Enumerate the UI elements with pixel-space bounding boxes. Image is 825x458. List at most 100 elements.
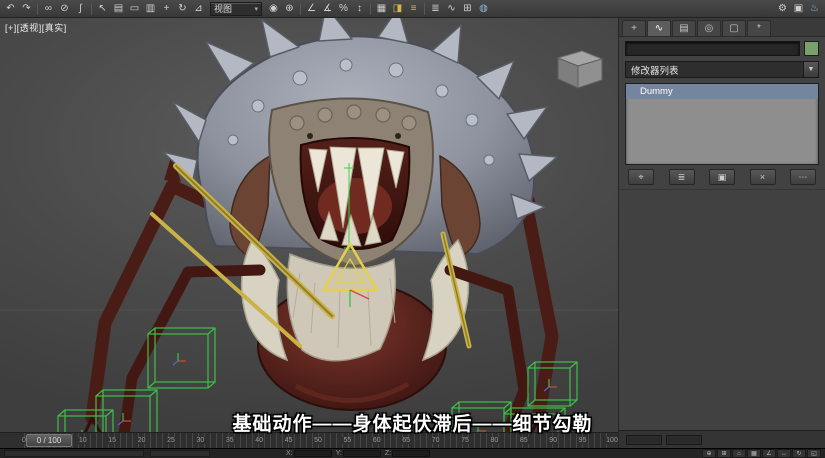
time-controls-box[interactable] — [666, 435, 702, 445]
frame-tick-label: 75 — [460, 437, 470, 444]
frame-tick-label: 70 — [431, 437, 441, 444]
select-and-scale-icon[interactable]: ⊿ — [191, 2, 206, 16]
display-tab[interactable]: ▢ — [722, 20, 746, 36]
toolbar-separator — [37, 3, 38, 15]
object-name-row — [619, 37, 825, 58]
toolbar-separator — [424, 3, 425, 15]
coordinate-field[interactable]: Y: — [336, 450, 381, 457]
reference-coordinate-dropdown[interactable]: 视图 ▾ — [210, 2, 262, 16]
coordinate-label: Z: — [385, 450, 391, 457]
hierarchy-tab[interactable]: ▤ — [672, 20, 696, 36]
maxscript-mini-listener[interactable] — [4, 450, 144, 457]
select-object-icon[interactable]: ↖ — [95, 2, 110, 16]
select-and-manipulate-icon[interactable]: ⊕ — [282, 2, 297, 16]
redo-icon[interactable]: ↷ — [19, 2, 34, 16]
frame-tick-label: 35 — [225, 437, 235, 444]
frame-tick-label: 80 — [489, 437, 499, 444]
rectangular-selection-icon[interactable]: ▭ — [127, 2, 142, 16]
coordinate-display: X: Y: Z: — [286, 450, 430, 457]
coordinate-label: Y: — [336, 450, 342, 457]
select-and-rotate-icon[interactable]: ↻ — [175, 2, 190, 16]
undo-icon[interactable]: ↶ — [3, 2, 18, 16]
remove-modifier-button[interactable]: × — [750, 169, 776, 185]
zoom-extents-all-icon[interactable]: ▦ — [747, 449, 761, 458]
mirror-icon[interactable]: ◨ — [390, 2, 405, 16]
dropdown-value: 视图 — [214, 2, 232, 15]
frame-tick-label: 90 — [548, 437, 558, 444]
pin-stack-button[interactable]: ⌖ — [628, 169, 654, 185]
layer-manager-icon[interactable]: ≣ — [428, 2, 443, 16]
modifier-stack-item[interactable]: Dummy — [626, 84, 818, 99]
use-pivot-point-icon[interactable]: ◉ — [266, 2, 281, 16]
window-crossing-icon[interactable]: ▥ — [143, 2, 158, 16]
viewport-navigation-cluster: ⊕⊞⌂▦∠↔↻◱ — [702, 449, 821, 458]
modify-tab[interactable]: ∿ — [647, 20, 671, 36]
chevron-down-icon: ▾ — [254, 5, 258, 13]
frame-tick-label: 50 — [313, 437, 323, 444]
configure-modifier-sets-button[interactable]: ⋯ — [790, 169, 816, 185]
frame-tick-label: 40 — [254, 437, 264, 444]
rendered-frame-window-icon[interactable]: ▣ — [791, 2, 806, 16]
zoom-icon[interactable]: ⊕ — [702, 449, 716, 458]
status-bar: X: Y: Z: ⊕⊞⌂▦∠↔↻◱ — [0, 448, 825, 458]
field-of-view-icon[interactable]: ∠ — [762, 449, 776, 458]
frame-tick-label: 30 — [195, 437, 205, 444]
modifier-list-label: 修改器列表 — [631, 63, 679, 77]
zoom-extents-icon[interactable]: ⌂ — [732, 449, 746, 458]
unlink-selection-icon[interactable]: ⊘ — [57, 2, 72, 16]
select-by-name-icon[interactable]: ▤ — [111, 2, 126, 16]
motion-tab[interactable]: ◎ — [697, 20, 721, 36]
orbit-icon[interactable]: ↻ — [792, 449, 806, 458]
align-icon[interactable]: ≡ — [406, 2, 421, 16]
frame-tick-label: 25 — [166, 437, 176, 444]
subtitle-text: 基础动作——身体起伏滞后——细节勾勒 — [0, 409, 825, 436]
coordinate-field[interactable]: Z: — [385, 450, 430, 457]
maximize-viewport-icon[interactable]: ◱ — [807, 449, 821, 458]
angle-snap-icon[interactable]: ∡ — [320, 2, 335, 16]
toolbar-separator — [91, 3, 92, 15]
bind-to-space-warp-icon[interactable]: ∫ — [73, 2, 88, 16]
pan-view-icon[interactable]: ↔ — [777, 449, 791, 458]
viewport-label[interactable]: [+][透视][真实] — [5, 21, 67, 34]
coordinate-field[interactable]: X: — [286, 450, 332, 457]
material-editor-icon[interactable]: ◍ — [476, 2, 491, 16]
chevron-down-icon[interactable]: ▼ — [803, 62, 818, 77]
render-production-icon[interactable]: ♨ — [807, 2, 822, 16]
toolbar-separator — [300, 3, 301, 15]
frame-tick-label: 55 — [342, 437, 352, 444]
utilities-tab[interactable]: * — [747, 20, 771, 36]
frame-tick-label: 10 — [78, 437, 88, 444]
frame-tick-label: 15 — [107, 437, 117, 444]
frame-tick-label: 85 — [519, 437, 529, 444]
zoom-all-icon[interactable]: ⊞ — [717, 449, 731, 458]
coordinate-value — [294, 450, 332, 457]
curve-editor-icon[interactable]: ∿ — [444, 2, 459, 16]
perspective-viewport[interactable]: [+][透视][真实] — [0, 18, 618, 432]
viewport-scene[interactable] — [0, 18, 618, 432]
modifier-list-dropdown[interactable]: 修改器列表 ▼ — [625, 61, 819, 78]
coordinate-label: X: — [286, 450, 293, 457]
object-color-swatch[interactable] — [804, 41, 819, 56]
frame-tick-label: 95 — [578, 437, 588, 444]
make-unique-button[interactable]: ▣ — [709, 169, 735, 185]
key-controls-box[interactable] — [626, 435, 662, 445]
create-tab[interactable]: + — [622, 20, 646, 36]
status-message-box — [150, 450, 210, 457]
frame-tick-label: 65 — [401, 437, 411, 444]
frame-tick-label: 45 — [284, 437, 294, 444]
select-and-link-icon[interactable]: ∞ — [41, 2, 56, 16]
percent-snap-icon[interactable]: % — [336, 2, 351, 16]
command-panel: +∿▤◎▢* 修改器列表 ▼ Dummy ⌖ ≣ ▣ × ⋯ — [618, 18, 825, 430]
frame-tick-label: 20 — [137, 437, 147, 444]
select-and-move-icon[interactable]: + — [159, 2, 174, 16]
spinner-snap-icon[interactable]: ↕ — [352, 2, 367, 16]
edit-named-selections-icon[interactable]: ▦ — [374, 2, 389, 16]
render-setup-icon[interactable]: ⚙ — [775, 2, 790, 16]
snap-toggle-icon[interactable]: ∠ — [304, 2, 319, 16]
object-name-field[interactable] — [625, 41, 800, 56]
viewcube[interactable] — [558, 51, 602, 88]
frame-tick-label: 60 — [372, 437, 382, 444]
show-end-result-button[interactable]: ≣ — [669, 169, 695, 185]
coordinate-value — [343, 450, 381, 457]
schematic-view-icon[interactable]: ⊞ — [460, 2, 475, 16]
